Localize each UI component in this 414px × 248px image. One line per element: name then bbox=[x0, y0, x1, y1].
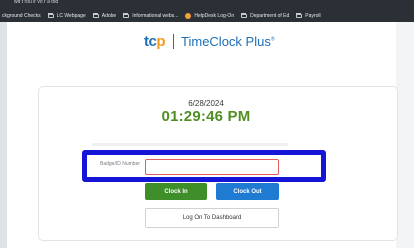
bookmarks-bar: ckground Checks LC Webpage Adobe Informa… bbox=[0, 9, 414, 22]
current-time: 01:29:46 PM bbox=[161, 108, 251, 125]
bookmark-lc-webpage[interactable]: LC Webpage bbox=[47, 12, 86, 19]
logo-p-text: p bbox=[156, 32, 166, 50]
left-edge-bar bbox=[0, 22, 7, 248]
badge-id-label: Badge/ID Number bbox=[100, 161, 141, 167]
log-on-dashboard-button[interactable]: Log On To Dashboard bbox=[145, 208, 279, 228]
bookmark-label: LC Webpage bbox=[56, 12, 86, 19]
bookmark-label: HelpDesk Log-On bbox=[194, 12, 235, 19]
bookmark-label: Informational webs... bbox=[132, 12, 179, 19]
bookmark-background-checks[interactable]: ckground Checks bbox=[2, 13, 41, 19]
top-strip-text: wd t rou ir vo r a tod bbox=[14, 0, 59, 5]
folder-icon bbox=[47, 12, 54, 18]
bookmark-label: ckground Checks bbox=[2, 12, 41, 19]
bookmark-adobe[interactable]: Adobe bbox=[92, 12, 117, 19]
logo-tc-text: tc bbox=[144, 32, 157, 50]
bookmark-helpdesk-log-on[interactable]: HelpDesk Log-On bbox=[185, 12, 235, 19]
folder-icon bbox=[241, 12, 248, 18]
clock-in-button[interactable]: Clock In bbox=[145, 183, 207, 200]
bookmark-informational-webs[interactable]: Informational webs... bbox=[123, 12, 179, 19]
browser-top-strip: wd t rou ir vo r a tod bbox=[0, 0, 414, 9]
tcp-logo-mark: tcp bbox=[144, 33, 165, 50]
product-name-text: TimeClock Plus bbox=[181, 33, 271, 49]
bookmark-label: Adobe bbox=[101, 12, 117, 19]
timeclock-plus-logo: tcp TimeClock Plus® bbox=[144, 28, 275, 54]
bookmark-label: Payroll bbox=[305, 12, 321, 19]
folder-icon bbox=[296, 12, 303, 18]
bookmark-department-of-ed[interactable]: Department of Ed bbox=[241, 12, 290, 19]
logo-divider bbox=[173, 33, 175, 49]
badge-id-input[interactable] bbox=[145, 159, 279, 175]
clock-out-button[interactable]: Clock Out bbox=[216, 183, 279, 200]
right-gutter bbox=[396, 22, 414, 248]
helpdesk-icon bbox=[185, 12, 192, 19]
folder-icon bbox=[92, 12, 99, 18]
trademark-symbol: ® bbox=[270, 36, 275, 43]
faint-divider bbox=[92, 143, 288, 146]
current-date: 6/28/2024 bbox=[188, 99, 224, 108]
folder-icon bbox=[123, 12, 130, 18]
product-name: TimeClock Plus® bbox=[181, 34, 275, 49]
bookmark-label: Department of Ed bbox=[250, 12, 290, 19]
bookmark-payroll[interactable]: Payroll bbox=[296, 12, 321, 19]
